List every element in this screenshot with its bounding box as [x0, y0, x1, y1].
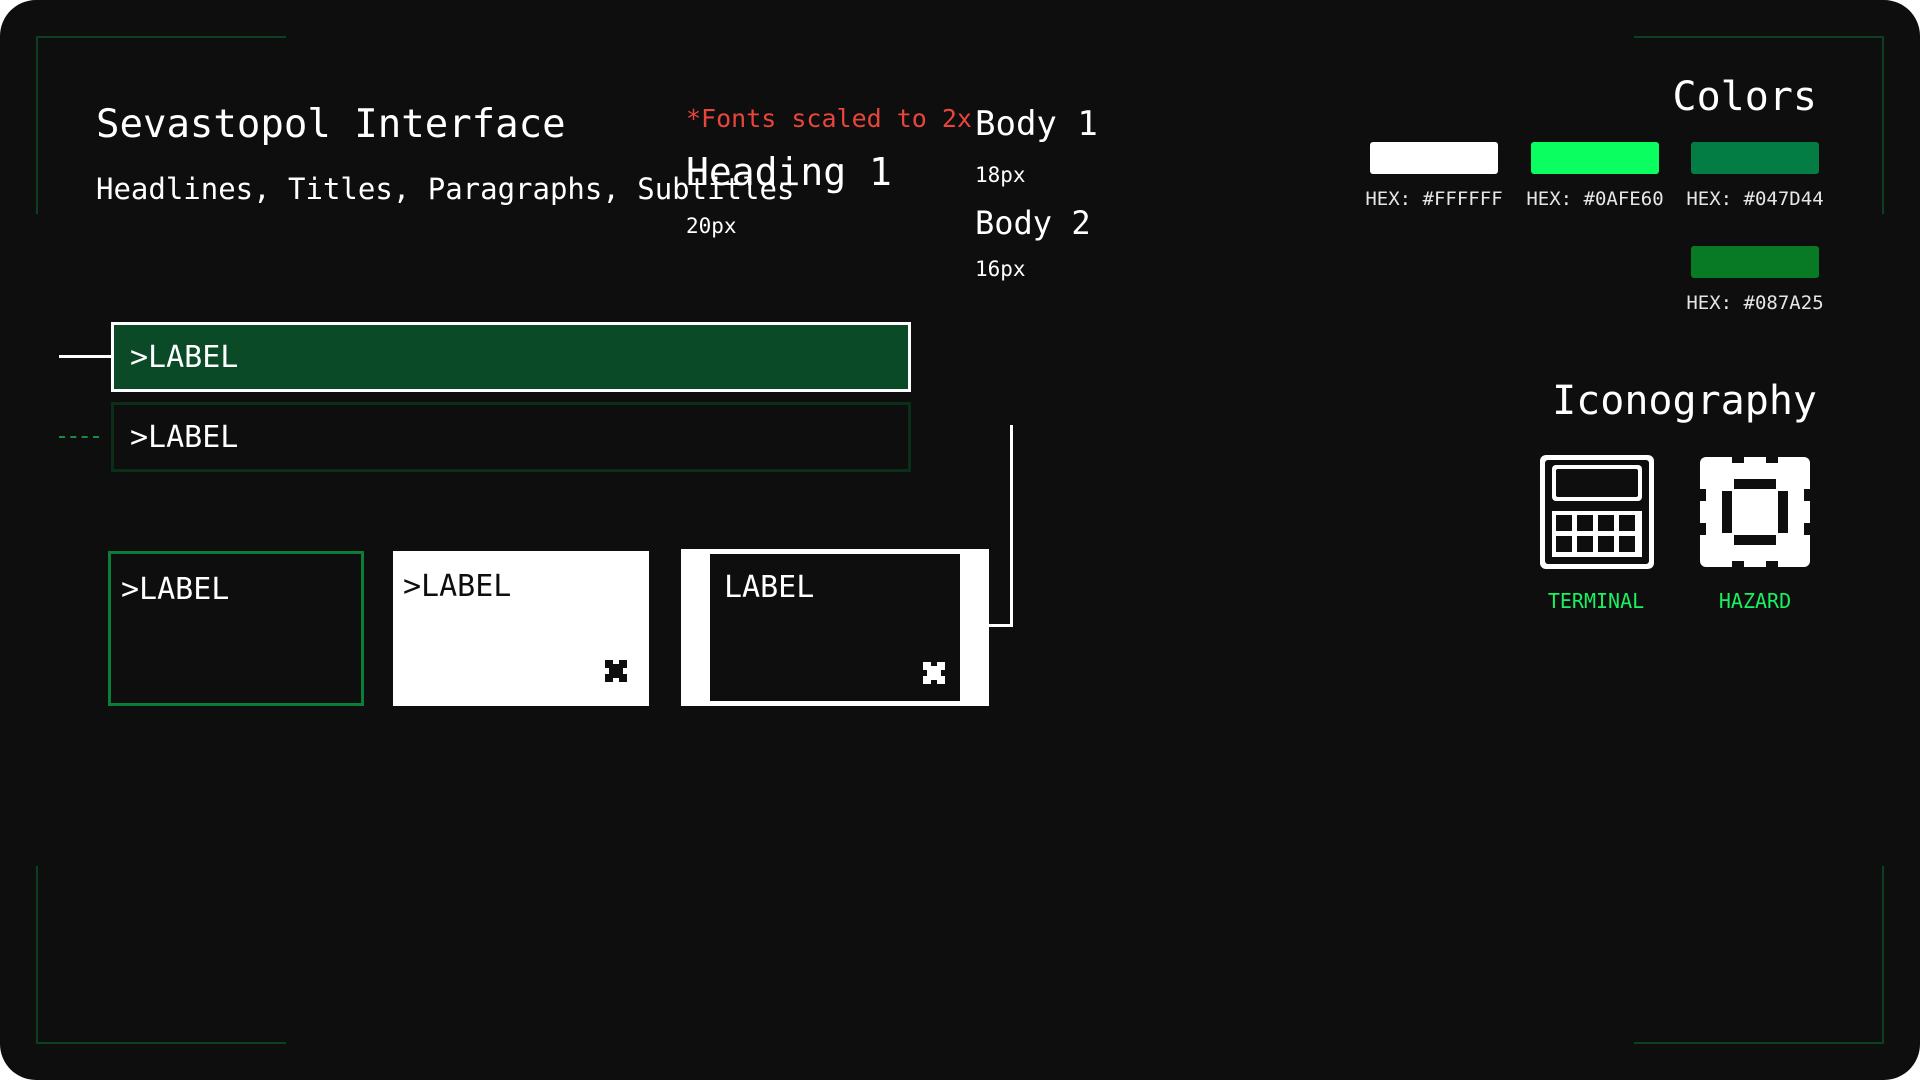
hazard-icon — [605, 660, 627, 682]
style-guide-canvas: Sevastopol Interface Headlines, Titles, … — [0, 0, 1920, 1080]
body1-sample: Body 1 — [975, 104, 1098, 144]
card-filled[interactable]: >LABEL — [393, 551, 649, 706]
connector-line-vertical — [1010, 425, 1013, 627]
menu-bar-selected-label: >LABEL — [130, 339, 239, 375]
body2-size: 16px — [975, 257, 1026, 281]
card-filled-label: >LABEL — [403, 569, 512, 604]
default-indicator-line — [59, 436, 99, 438]
body1-size: 18px — [975, 163, 1026, 187]
hazard-icon — [923, 662, 945, 684]
card-outline-label: >LABEL — [121, 572, 230, 607]
swatch-white-label: HEX: #FFFFFF — [1365, 188, 1503, 210]
swatch-forest-green — [1691, 246, 1819, 278]
swatch-dark-green-label: HEX: #047D44 — [1686, 188, 1824, 210]
swatch-forest-green-label: HEX: #087A25 — [1686, 292, 1824, 314]
terminal-icon[interactable] — [1540, 455, 1654, 569]
connector-line-horizontal — [989, 624, 1013, 627]
card-framed-body: LABEL — [710, 554, 960, 701]
swatch-white — [1370, 142, 1498, 174]
heading1-size: 20px — [686, 214, 737, 238]
hazard-icon-label: HAZARD — [1718, 589, 1792, 613]
page-title: Sevastopol Interface — [96, 102, 566, 147]
corner-bracket-bottom-right — [1634, 866, 1884, 1044]
swatch-bright-green — [1531, 142, 1659, 174]
card-outline[interactable]: >LABEL — [108, 551, 364, 706]
card-framed-label: LABEL — [724, 570, 815, 605]
menu-bar-default-label: >LABEL — [130, 419, 239, 455]
menu-bar-default[interactable]: >LABEL — [111, 402, 911, 472]
corner-bracket-bottom-left — [36, 866, 286, 1044]
swatch-dark-green — [1691, 142, 1819, 174]
menu-bar-selected[interactable]: >LABEL — [111, 322, 911, 392]
font-scale-note: *Fonts scaled to 2x — [686, 104, 972, 133]
colors-heading: Colors — [1672, 74, 1818, 120]
heading1-sample: Heading 1 — [686, 150, 892, 194]
iconography-heading: Iconography — [1552, 378, 1817, 424]
body2-sample: Body 2 — [975, 204, 1091, 242]
terminal-icon-label: TERMINAL — [1547, 589, 1645, 613]
card-framed[interactable]: LABEL — [681, 549, 989, 706]
hazard-icon[interactable] — [1698, 455, 1812, 569]
selected-indicator-line — [59, 355, 111, 358]
swatch-bright-green-label: HEX: #0AFE60 — [1526, 188, 1664, 210]
